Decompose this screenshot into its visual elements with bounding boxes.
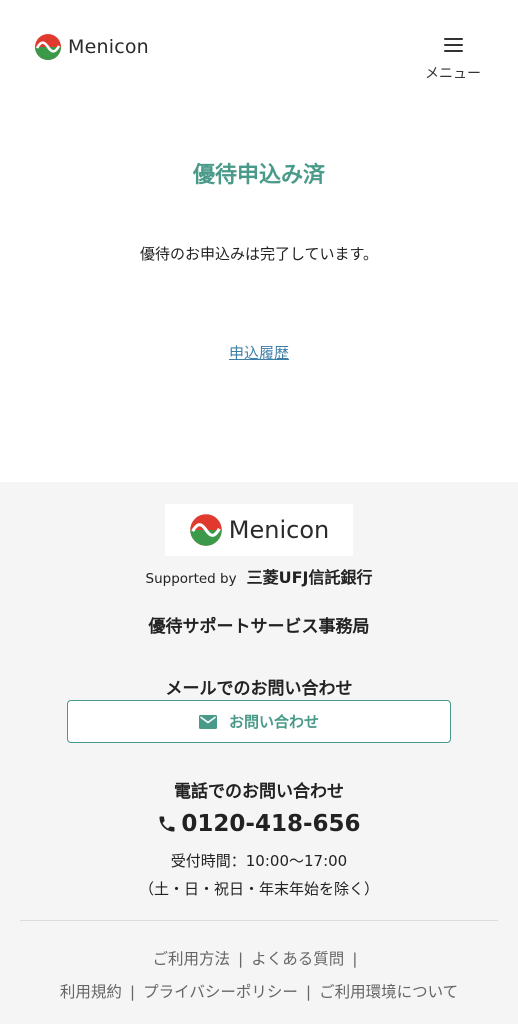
page-title: 優待申込み済 (192, 163, 325, 188)
phone-icon (159, 816, 175, 832)
footer-logo-text: Menicon (228, 516, 330, 544)
tel-number[interactable]: 0120-418-656 (0, 811, 518, 837)
divider (20, 920, 498, 921)
application-history-link[interactable]: 申込履歴 (229, 344, 289, 362)
holiday-note: （土・日・祝日・年末年始を除く） (138, 880, 379, 898)
menu-label: メニュー (425, 66, 481, 82)
menicon-logo[interactable]: Menicon (34, 33, 149, 61)
footer-link-terms[interactable]: 利用規約 (60, 983, 122, 1001)
tel-number-text: 0120-418-656 (181, 811, 361, 837)
mail-icon (198, 714, 217, 729)
footer: Menicon Supported by 三菱UFJ信託銀行 優待サポートサービス… (0, 482, 518, 1024)
footer-link-privacy[interactable]: プライバシーポリシー (143, 983, 298, 1001)
supported-by: Supported by 三菱UFJ信託銀行 (0, 564, 518, 588)
office-name: 優待サポートサービス事務局 (148, 617, 370, 637)
completion-message: 優待のお申込みは完了しています。 (139, 245, 379, 263)
footer-logo: Menicon (165, 504, 353, 556)
footer-links-row1: ご利用方法 | よくある質問 | (152, 950, 358, 968)
tel-contact-heading: 電話でのお問い合わせ (174, 782, 344, 802)
history-link-wrap: 申込履歴 (0, 342, 518, 363)
footer-links-row2: 利用規約 | プライバシーポリシー | ご利用環境について (59, 983, 459, 1001)
contact-button-label: お問い合わせ (228, 713, 319, 731)
hamburger-icon (443, 38, 463, 52)
header: Menicon メニュー (0, 0, 518, 100)
business-hours: 受付時間：10:00〜17:00 (170, 852, 348, 870)
supported-by-label: Supported by (145, 571, 237, 587)
logo-text: Menicon (68, 36, 149, 58)
bank-name: 三菱UFJ信託銀行 (246, 568, 373, 587)
footer-link-usage[interactable]: ご利用方法 (153, 950, 231, 968)
mail-contact-heading: メールでのお問い合わせ (165, 679, 353, 699)
menicon-logo-mark-icon (189, 514, 222, 546)
footer-link-faq[interactable]: よくある質問 (251, 950, 344, 968)
menu-button[interactable]: メニュー (422, 38, 484, 83)
contact-button[interactable]: お問い合わせ (67, 700, 451, 743)
footer-link-environment[interactable]: ご利用環境について (319, 983, 458, 1001)
menicon-logo-mark-icon (35, 34, 61, 60)
